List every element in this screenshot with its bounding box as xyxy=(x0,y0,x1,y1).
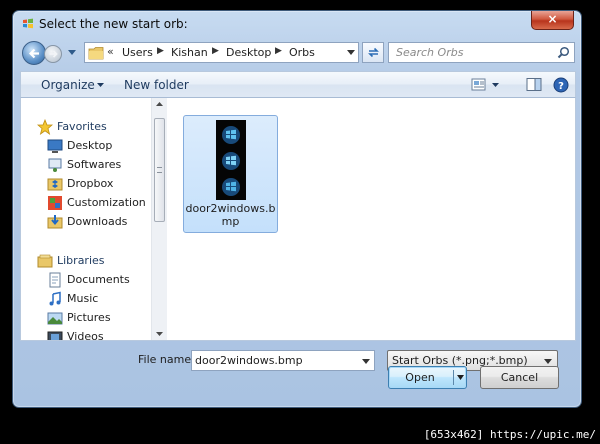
organize-dropdown-icon[interactable] xyxy=(97,83,104,87)
cancel-button[interactable]: Cancel xyxy=(480,366,559,389)
music-icon xyxy=(49,291,61,306)
folder-icon xyxy=(88,47,104,60)
view-dropdown-icon[interactable] xyxy=(492,83,499,87)
sidebar-item-label: Music xyxy=(67,292,99,305)
libraries-icon xyxy=(37,254,53,268)
forward-arrow-icon xyxy=(49,50,58,58)
downloads-icon xyxy=(47,215,63,229)
documents-icon xyxy=(49,272,61,288)
videos-icon xyxy=(47,331,63,340)
sidebar-item-label: Documents xyxy=(67,273,130,286)
file-name-line: door2windows.b xyxy=(185,202,276,215)
network-folder-icon xyxy=(48,158,62,172)
nav-pane-scrollbar[interactable] xyxy=(151,98,167,340)
sidebar-item-pictures[interactable]: Pictures xyxy=(47,309,147,327)
back-button[interactable] xyxy=(22,41,46,65)
file-name-label: door2windows.b mp xyxy=(184,202,277,228)
nav-favorites-label: Favorites xyxy=(57,120,107,133)
pictures-icon xyxy=(47,312,63,325)
refresh-button[interactable] xyxy=(362,42,384,63)
scroll-up-icon[interactable] xyxy=(156,102,163,106)
sidebar-item-videos[interactable]: Videos xyxy=(47,328,147,340)
sidebar-item-customization[interactable]: Customization xyxy=(47,194,151,212)
sidebar-item-dropbox[interactable]: Dropbox xyxy=(47,175,147,193)
sidebar-item-label: Softwares xyxy=(67,158,122,171)
scrollbar-thumb[interactable] xyxy=(154,118,165,222)
chevron-down-icon[interactable] xyxy=(362,359,370,364)
open-button[interactable]: Open xyxy=(388,366,467,389)
address-dropdown-button[interactable] xyxy=(342,43,358,62)
help-icon[interactable]: ? xyxy=(553,77,569,93)
nav-favorites[interactable]: Favorites xyxy=(37,118,147,136)
browser-area: Favorites Desktop Softwares Dropbox Cust… xyxy=(20,98,576,341)
desktop-icon xyxy=(47,139,63,153)
sidebar-item-documents[interactable]: Documents xyxy=(47,271,147,289)
breadcrumb-kishan[interactable]: Kishan xyxy=(171,46,208,59)
address-overflow-chevron[interactable]: « xyxy=(107,45,114,58)
breadcrumb-users[interactable]: Users xyxy=(122,46,153,59)
sidebar-item-downloads[interactable]: Downloads xyxy=(47,213,147,231)
breadcrumb-desktop[interactable]: Desktop xyxy=(226,46,271,59)
navigation-row: « Users ▶ Kishan ▶ Desktop ▶ Orbs Search… xyxy=(20,41,576,65)
back-arrow-icon xyxy=(28,48,39,59)
breadcrumb-separator-icon[interactable]: ▶ xyxy=(275,46,282,56)
open-options-dropdown-icon[interactable] xyxy=(457,375,464,380)
app-icon xyxy=(23,18,33,29)
address-bar[interactable]: « Users ▶ Kishan ▶ Desktop ▶ Orbs xyxy=(84,42,359,63)
navigation-pane: Favorites Desktop Softwares Dropbox Cust… xyxy=(21,98,167,340)
file-name-line: mp xyxy=(221,215,240,228)
sidebar-item-label: Desktop xyxy=(67,139,113,152)
title-bar[interactable]: Select the new start orb: × xyxy=(13,11,581,37)
split-divider xyxy=(453,370,454,385)
sidebar-item-music[interactable]: Music xyxy=(47,290,147,308)
nav-libraries[interactable]: Libraries xyxy=(37,252,147,270)
organize-button[interactable]: Organize xyxy=(41,78,95,92)
file-name-label: File name: xyxy=(138,353,195,366)
file-dialog-window: Select the new start orb: × « Users ▶ Ki… xyxy=(12,10,582,408)
change-view-icon[interactable] xyxy=(471,77,487,92)
close-icon: × xyxy=(547,12,558,26)
dialog-title: Select the new start orb: xyxy=(39,17,188,31)
recent-pages-dropdown-icon[interactable] xyxy=(68,50,76,56)
new-folder-button[interactable]: New folder xyxy=(124,78,189,92)
svg-text:?: ? xyxy=(558,81,564,92)
chevron-down-icon xyxy=(544,359,552,364)
sidebar-item-label: Customization xyxy=(67,196,146,209)
start-orb-icon xyxy=(222,126,240,196)
sidebar-item-label: Dropbox xyxy=(67,177,114,190)
scrollbar-grip xyxy=(157,167,162,173)
sidebar-item-desktop[interactable]: Desktop xyxy=(47,137,147,155)
file-name-field[interactable] xyxy=(191,350,375,371)
file-list: door2windows.b mp xyxy=(171,98,575,340)
file-thumbnail xyxy=(216,120,246,200)
breadcrumb-orbs[interactable]: Orbs xyxy=(289,46,315,59)
file-item-door2windows[interactable]: door2windows.b mp xyxy=(183,115,278,233)
refresh-icon xyxy=(368,47,379,58)
breadcrumb-separator-icon[interactable]: ▶ xyxy=(157,46,164,56)
open-button-label: Open xyxy=(405,371,435,384)
breadcrumb-separator-icon[interactable]: ▶ xyxy=(212,46,219,56)
sidebar-item-label: Videos xyxy=(67,330,104,340)
nav-libraries-label: Libraries xyxy=(57,254,105,267)
search-icon xyxy=(557,46,570,59)
command-toolbar: Organize New folder ? xyxy=(20,71,576,98)
chevron-down-icon xyxy=(347,50,355,55)
search-placeholder: Search Orbs xyxy=(396,46,464,59)
forward-button[interactable] xyxy=(44,45,62,63)
customization-icon xyxy=(48,196,62,210)
sidebar-item-label: Downloads xyxy=(67,215,128,228)
search-input[interactable]: Search Orbs xyxy=(388,42,575,63)
sidebar-item-softwares[interactable]: Softwares xyxy=(47,156,147,174)
watermark-text: [653x462] https://upic.me/ xyxy=(423,428,596,441)
preview-pane-icon[interactable] xyxy=(526,77,542,92)
dropbox-icon xyxy=(47,178,63,191)
star-icon xyxy=(37,119,53,135)
file-name-input[interactable] xyxy=(195,353,355,368)
scroll-down-icon[interactable] xyxy=(156,332,163,336)
close-button[interactable]: × xyxy=(531,11,574,30)
sidebar-item-label: Pictures xyxy=(67,311,111,324)
